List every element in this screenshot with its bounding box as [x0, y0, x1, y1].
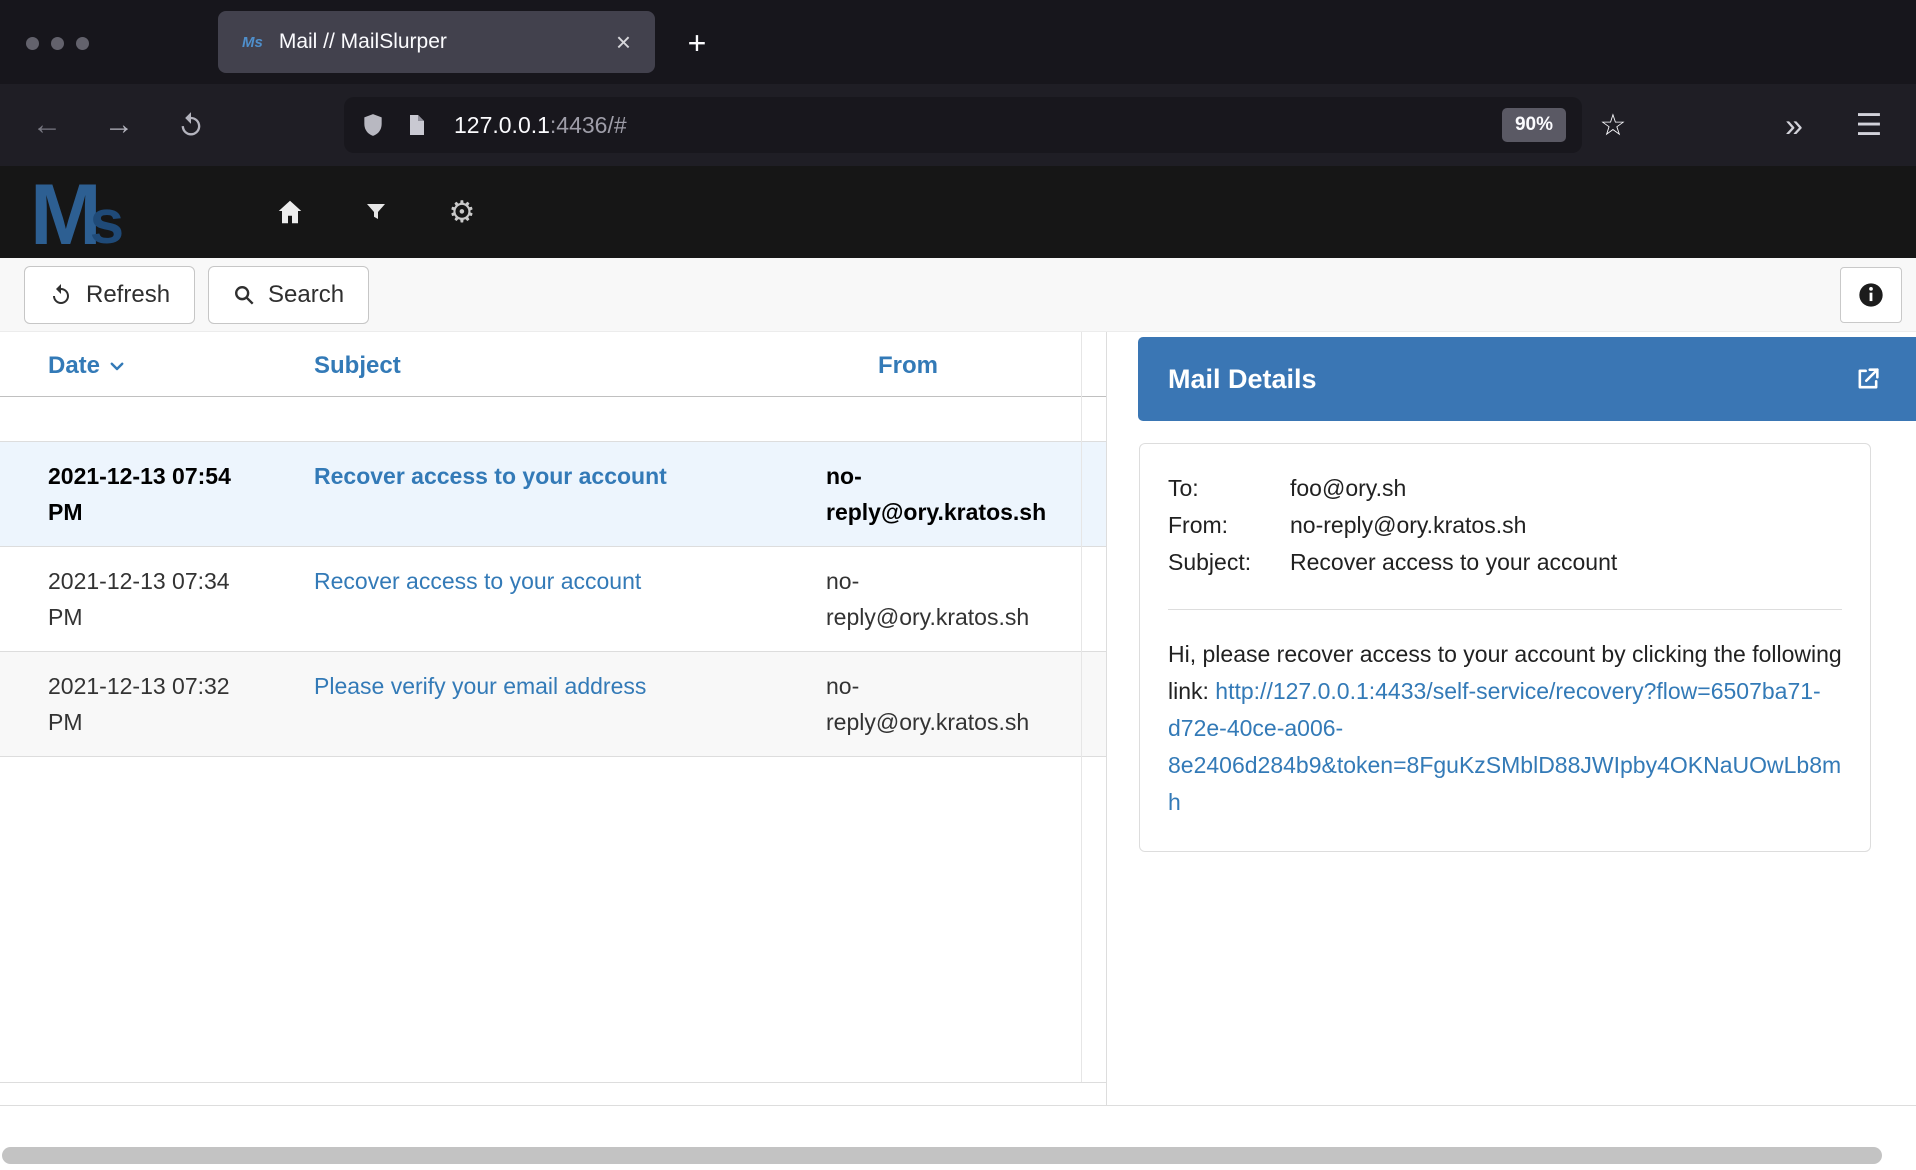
app-header: M s ⚙	[0, 166, 1916, 258]
info-button[interactable]	[1840, 267, 1902, 323]
window-dot[interactable]	[51, 37, 64, 50]
mail-body: Hi, please recover access to your accoun…	[1168, 636, 1842, 821]
column-header-subject[interactable]: Subject	[314, 352, 826, 380]
logo-letter-s: s	[90, 188, 124, 258]
search-label: Search	[268, 281, 344, 309]
home-icon[interactable]	[270, 192, 310, 232]
shield-icon[interactable]	[360, 112, 386, 138]
open-external-icon[interactable]	[1850, 361, 1886, 397]
filter-icon[interactable]	[356, 192, 396, 232]
to-value: foo@ory.sh	[1290, 470, 1842, 507]
date-header-label: Date	[48, 352, 100, 380]
mail-from: no-reply@ory.kratos.sh	[826, 563, 1056, 635]
from-label: From:	[1168, 507, 1290, 544]
from-header-label: From	[878, 352, 938, 380]
mail-rows: 2021-12-13 07:54 PM Recover access to yo…	[0, 441, 1106, 757]
refresh-label: Refresh	[86, 281, 170, 309]
refresh-icon	[49, 283, 73, 307]
window-controls[interactable]	[26, 37, 89, 50]
mail-details-title: Mail Details	[1168, 364, 1850, 395]
column-header-date[interactable]: Date	[48, 352, 314, 380]
tab-title: Mail // MailSlurper	[279, 30, 604, 54]
bookmark-star-icon[interactable]: ☆	[1592, 84, 1634, 166]
window-dot[interactable]	[26, 37, 39, 50]
tab-close-icon[interactable]: ×	[616, 27, 631, 58]
recovery-link[interactable]: http://127.0.0.1:4433/self-service/recov…	[1168, 678, 1841, 815]
mail-subject-link[interactable]: Please verify your email address	[314, 668, 826, 740]
search-button[interactable]: Search	[208, 266, 369, 324]
app-toolbar: Refresh Search	[0, 258, 1916, 332]
mail-details-card: To: foo@ory.sh From: no-reply@ory.kratos…	[1139, 443, 1871, 852]
mail-list-header: Date Subject From	[0, 332, 1106, 397]
subject-value: Recover access to your account	[1290, 544, 1842, 581]
from-value: no-reply@ory.kratos.sh	[1290, 507, 1842, 544]
mail-subject-link[interactable]: Recover access to your account	[314, 563, 826, 635]
browser-navbar: ← → 127.0.0.1:4436/# 90% ☆ » ☰	[0, 84, 1916, 166]
hamburger-menu-icon[interactable]: ☰	[1842, 84, 1896, 166]
mail-details-panel: Mail Details To: foo@ory.sh From: no-rep…	[1106, 332, 1916, 1105]
mail-from: no-reply@ory.kratos.sh	[826, 668, 1056, 740]
column-header-from[interactable]: From	[826, 352, 1056, 380]
page-info-icon[interactable]	[404, 113, 428, 137]
mail-date: 2021-12-13 07:34 PM	[48, 563, 314, 635]
subject-label: Subject:	[1168, 544, 1290, 581]
to-label: To:	[1168, 470, 1290, 507]
info-icon	[1857, 281, 1885, 309]
mail-list-row[interactable]: 2021-12-13 07:34 PM Recover access to yo…	[0, 547, 1106, 652]
mail-subject-link[interactable]: Recover access to your account	[314, 458, 826, 530]
browser-tab[interactable]: Ms Mail // MailSlurper ×	[218, 11, 655, 73]
details-divider	[1168, 609, 1842, 610]
mail-list-row[interactable]: 2021-12-13 07:32 PM Please verify your e…	[0, 652, 1106, 757]
url-path: :4436/#	[550, 112, 627, 138]
meta-row-from: From: no-reply@ory.kratos.sh	[1168, 507, 1842, 544]
url-bar[interactable]: 127.0.0.1:4436/# 90%	[344, 97, 1582, 153]
meta-row-to: To: foo@ory.sh	[1168, 470, 1842, 507]
meta-row-subject: Subject: Recover access to your account	[1168, 544, 1842, 581]
subject-header-label: Subject	[314, 352, 401, 380]
sort-chevron-down-icon	[108, 357, 126, 375]
mail-from: no-reply@ory.kratos.sh	[826, 458, 1056, 530]
url-text[interactable]: 127.0.0.1:4436/#	[454, 112, 627, 139]
settings-gear-icon[interactable]: ⚙	[442, 192, 482, 232]
mailslurper-logo: M s	[30, 166, 124, 258]
forward-button[interactable]: →	[92, 98, 146, 152]
tab-favicon-icon: Ms	[242, 34, 263, 51]
refresh-button[interactable]: Refresh	[24, 266, 195, 324]
url-host: 127.0.0.1	[454, 112, 550, 138]
reload-icon	[177, 111, 205, 139]
browser-tabstrip: Ms Mail // MailSlurper × +	[0, 0, 1916, 84]
mail-details-header: Mail Details	[1138, 337, 1916, 421]
mail-date: 2021-12-13 07:32 PM	[48, 668, 314, 740]
reload-button[interactable]	[164, 98, 218, 152]
zoom-level-badge[interactable]: 90%	[1502, 108, 1566, 142]
search-icon	[233, 284, 255, 306]
mail-date: 2021-12-13 07:54 PM	[48, 458, 314, 530]
mail-list-panel: Date Subject From 2021-12-13 07:54 PM Re…	[0, 332, 1106, 1083]
horizontal-scrollbar[interactable]	[2, 1147, 1882, 1164]
toolbar-overflow-icon[interactable]: »	[1770, 84, 1818, 166]
new-tab-button[interactable]: +	[672, 18, 722, 68]
window-dot[interactable]	[76, 37, 89, 50]
logo-letter-m: M	[30, 172, 98, 258]
screen: Ms Mail // MailSlurper × + ← → 127.0.0.1…	[0, 0, 1916, 1170]
back-button[interactable]: ←	[20, 98, 74, 152]
mail-list-row[interactable]: 2021-12-13 07:54 PM Recover access to yo…	[0, 441, 1106, 547]
bottom-divider	[0, 1105, 1916, 1106]
